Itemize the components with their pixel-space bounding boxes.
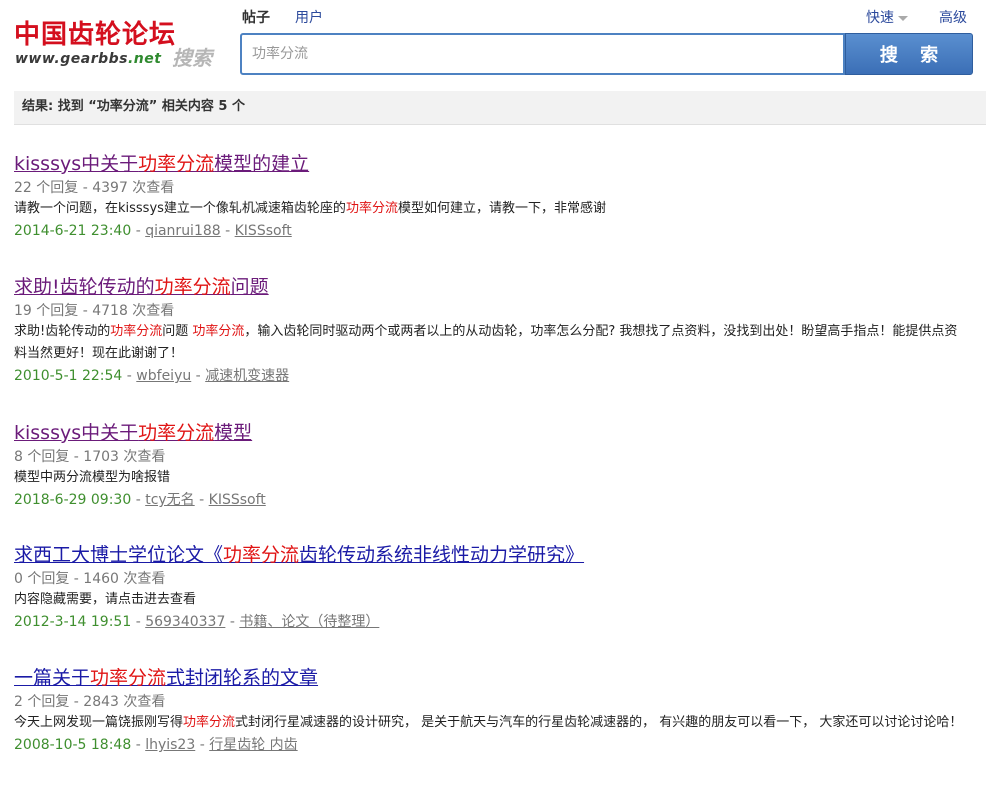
tab-posts[interactable]: 帖子 [242,8,270,28]
result-author-link[interactable]: qianrui188 [145,223,220,239]
result-author-link[interactable]: lhyis23 [145,737,195,753]
title-text: 求助!齿轮传动的 [14,276,155,298]
title-highlight: 功率分流 [138,422,215,444]
title-text: 求西工大博士学位论文《 [14,544,224,566]
title-text: 齿轮传动系统非线性动力学研究》 [299,544,585,566]
result-item: kisssys中关于功率分流模型 8 个回复 - 1703 次查看 模型中两分流… [14,419,964,511]
result-title-link[interactable]: kisssys中关于功率分流模型 [14,419,964,447]
snippet-text: 模型如何建立，请教一下，非常感谢 [397,201,606,216]
advanced-search-link[interactable]: 高级 [939,8,967,28]
result-stats: 2 个回复 - 2843 次查看 [14,694,166,710]
result-forum-link[interactable]: 书籍、论文（待整理） [239,614,379,630]
result-forum-link[interactable]: 行星齿轮 内齿 [209,737,297,753]
snippet-text: 请教一个问题，在kisssys建立一个像轧机减速箱齿轮座的 [14,201,346,216]
search-input[interactable] [240,33,845,75]
snippet-text: 式封闭行星减速器的设计研究， 是关于航天与汽车的行星齿轮减速器的， 有兴趣的朋友… [235,715,963,730]
result-date: 2008-10-5 18:48 [14,737,132,753]
result-item: kisssys中关于功率分流模型的建立 22 个回复 - 4397 次查看 请教… [14,150,964,242]
result-footer: 2012-3-14 19:51 - 569340337 - 书籍、论文（待整理） [14,614,380,630]
result-forum-link[interactable]: KISSsoft [209,492,266,508]
snippet-text: 内容隐藏需要，请点击进去查看 [14,592,197,607]
snippet-highlight: 功率分流 [192,324,245,339]
quick-search-dropdown[interactable]: 快速 [866,8,908,28]
result-item: 求西工大博士学位论文《功率分流齿轮传动系统非线性动力学研究》 0 个回复 - 1… [14,541,964,633]
result-snippet: 请教一个问题，在kisssys建立一个像轧机减速箱齿轮座的功率分流模型如何建立，… [14,198,964,220]
snippet-text: 问题 [162,324,193,339]
result-title-link[interactable]: kisssys中关于功率分流模型的建立 [14,150,964,178]
result-date: 2018-6-29 09:30 [14,492,132,508]
result-author-link[interactable]: 569340337 [145,614,225,630]
result-footer: 2014-6-21 23:40 - qianrui188 - KISSsoft [14,223,292,239]
title-highlight: 功率分流 [154,276,231,298]
logo-url-tld: .net [127,51,162,67]
result-stats: 0 个回复 - 1460 次查看 [14,571,166,587]
result-snippet: 求助!齿轮传动的功率分流问题 功率分流，输入齿轮同时驱动两个或两者以上的从动齿轮… [14,321,964,365]
result-title-link[interactable]: 求助!齿轮传动的功率分流问题 [14,273,964,301]
site-logo[interactable]: 中国齿轮论坛 www.gearbbs.net 搜索 [14,18,224,73]
tab-users[interactable]: 用户 [295,8,323,28]
result-forum-link[interactable]: KISSsoft [235,223,292,239]
title-highlight: 功率分流 [90,667,167,689]
result-date: 2010-5-1 22:54 [14,368,123,384]
logo-url-main: www.gearbbs [15,51,128,67]
snippet-text: 求助!齿轮传动的 [14,324,111,339]
snippet-highlight: 功率分流 [110,324,163,339]
result-footer: 2010-5-1 22:54 - wbfeiyu - 减速机变速器 [14,368,290,384]
title-text: 模型 [214,422,253,444]
result-snippet: 内容隐藏需要，请点击进去查看 [14,589,964,611]
result-stats: 8 个回复 - 1703 次查看 [14,449,166,465]
result-footer: 2008-10-5 18:48 - lhyis23 - 行星齿轮 内齿 [14,737,298,753]
title-text: 式封闭轮系的文章 [166,667,319,689]
result-snippet: 模型中两分流模型为啥报错 [14,467,964,489]
title-text: 模型的建立 [214,153,310,175]
result-title-link[interactable]: 求西工大博士学位论文《功率分流齿轮传动系统非线性动力学研究》 [14,541,964,569]
title-text: 问题 [230,276,269,298]
title-text: kisssys中关于 [14,422,139,444]
result-author-link[interactable]: wbfeiyu [136,368,191,384]
result-title-link[interactable]: 一篇关于功率分流式封闭轮系的文章 [14,664,964,692]
result-footer: 2018-6-29 09:30 - tcy无名 - KISSsoft [14,492,266,508]
result-summary: 结果: 找到 “功率分流” 相关内容 5 个 [22,99,245,114]
result-item: 一篇关于功率分流式封闭轮系的文章 2 个回复 - 2843 次查看 今天上网发现… [14,664,964,756]
title-text: kisssys中关于 [14,153,139,175]
result-date: 2014-6-21 23:40 [14,223,132,239]
search-button[interactable]: 搜 索 [845,33,973,75]
result-summary-bar: 结果: 找到 “功率分流” 相关内容 5 个 [14,91,986,125]
snippet-text: 今天上网发现一篇饶振刚写得 [14,715,184,730]
result-stats: 22 个回复 - 4397 次查看 [14,180,175,196]
logo-search-word: 搜索 [172,46,212,70]
logo-title: 中国齿轮论坛 [14,20,177,50]
logo-url: www.gearbbs.net [15,51,161,67]
result-author-link[interactable]: tcy无名 [145,492,194,508]
title-highlight: 功率分流 [138,153,215,175]
result-forum-link[interactable]: 减速机变速器 [205,368,289,384]
title-highlight: 功率分流 [223,544,300,566]
snippet-highlight: 功率分流 [183,715,236,730]
result-item: 求助!齿轮传动的功率分流问题 19 个回复 - 4718 次查看 求助!齿轮传动… [14,273,964,387]
result-snippet: 今天上网发现一篇饶振刚写得功率分流式封闭行星减速器的设计研究， 是关于航天与汽车… [14,712,964,734]
title-text: 一篇关于 [14,667,91,689]
result-stats: 19 个回复 - 4718 次查看 [14,303,175,319]
snippet-text: 模型中两分流模型为啥报错 [14,470,171,485]
snippet-highlight: 功率分流 [345,201,398,216]
quick-search-label: 快速 [866,10,894,26]
caret-down-icon [898,15,908,21]
result-date: 2012-3-14 19:51 [14,614,132,630]
